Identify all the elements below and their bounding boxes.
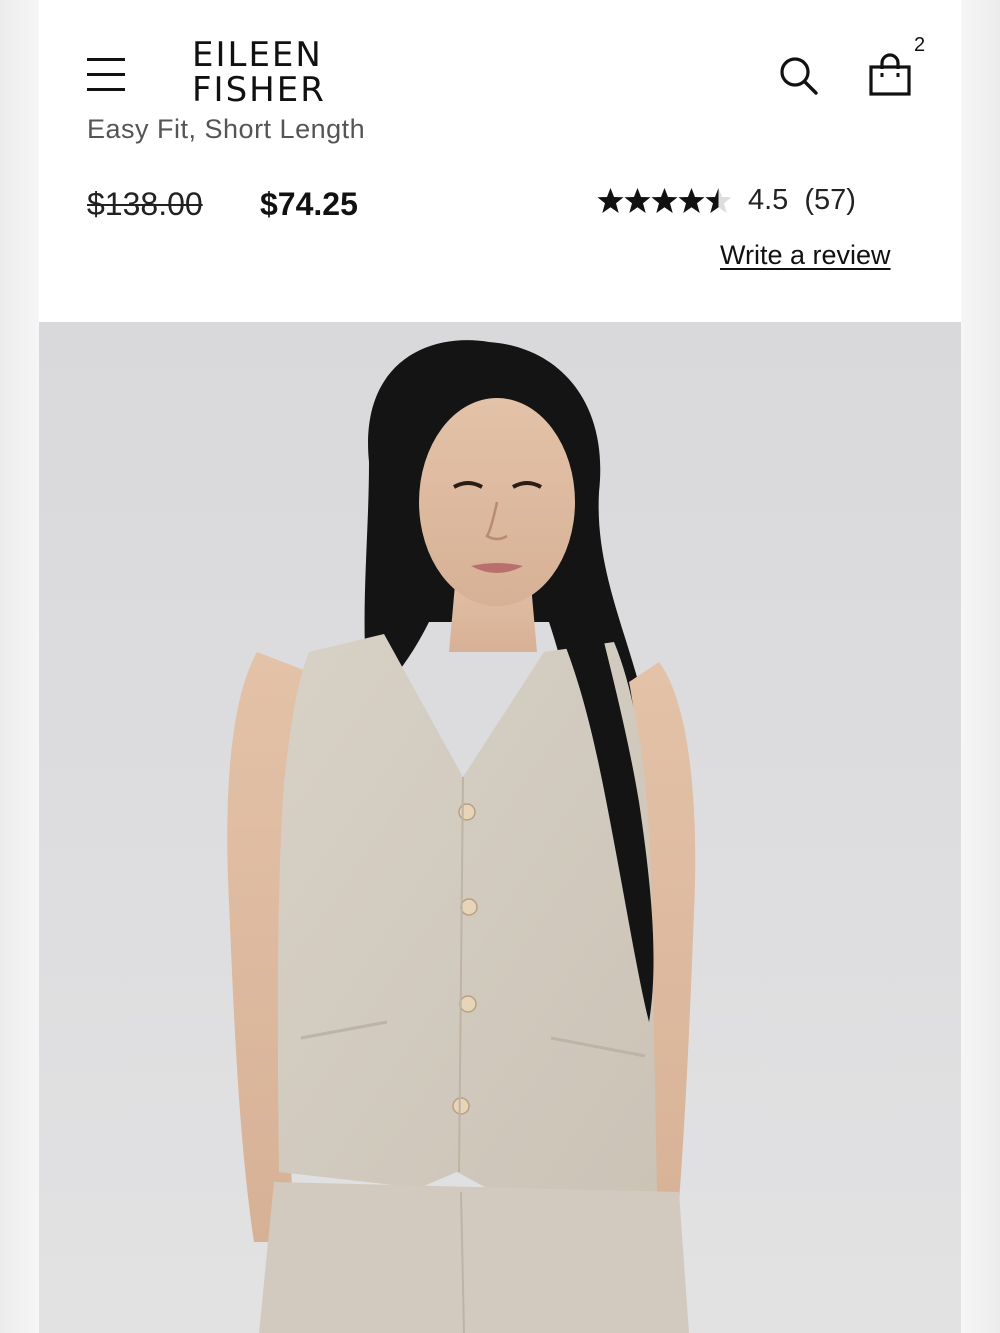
product-image[interactable] [39,322,961,1333]
original-price: $138.00 [87,186,203,222]
star-icon [651,187,678,214]
cart-button[interactable] [867,52,913,98]
hamburger-icon-line [87,73,125,76]
shopping-bag-icon [869,53,911,96]
cart-count-badge: 2 [914,34,926,56]
brand-logo[interactable]: EILEEN FISHER [192,38,342,108]
rating-stars [597,187,732,214]
product-subtitle: Easy Fit, Short Length [87,114,366,144]
product-header: EILEEN FISHER 2 Easy Fit, Short Length $… [39,0,961,320]
search-button[interactable] [777,54,821,98]
star-icon [597,187,624,214]
star-icon [705,187,732,214]
brand-logo-line1: EILEEN [192,35,323,75]
search-icon [780,57,818,95]
product-page: EILEEN FISHER 2 Easy Fit, Short Length $… [39,0,961,1333]
rating-count: (57) [804,184,856,216]
star-icon [678,187,705,214]
hamburger-icon-line [87,88,125,91]
hamburger-icon [87,58,125,61]
write-review-link[interactable]: Write a review [720,240,891,271]
product-rating[interactable]: 4.5 (57) [597,184,856,217]
star-icon [624,187,651,214]
model-wearing-linen-vest-illustration [227,340,696,1333]
rating-value: 4.5 [748,184,789,216]
hamburger-menu-button[interactable] [87,54,127,94]
sale-price: $74.25 [260,186,358,222]
brand-logo-line2: FISHER [192,70,326,110]
